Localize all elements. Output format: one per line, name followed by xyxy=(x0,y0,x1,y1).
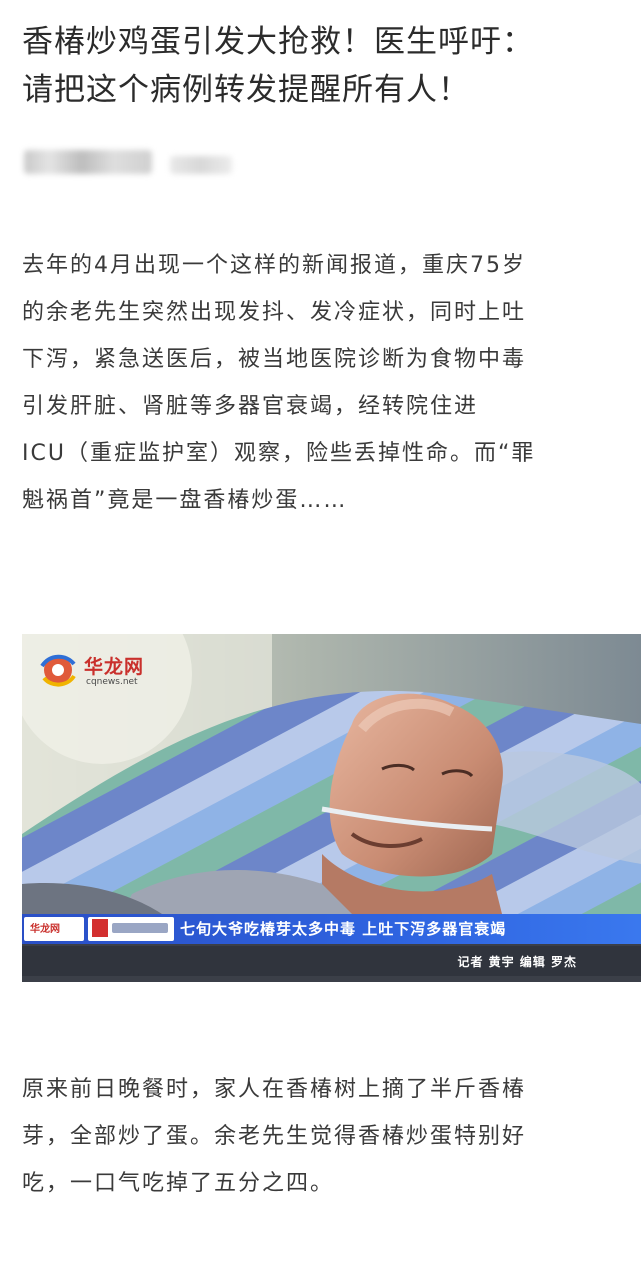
watermark-brand: 华龙网 xyxy=(84,656,145,678)
reporter-editor-credit: 记者 黄宇 编辑 罗杰 xyxy=(457,955,577,969)
watermark: 华龙网 cqnews.net xyxy=(36,648,166,696)
partner-logo xyxy=(88,917,174,941)
publish-date-blurred xyxy=(170,156,232,174)
article-title-line-2: 请把这个病例转发提醒所有人！ xyxy=(22,72,470,108)
article-paragraph-2: 原来前日晚餐时，家人在香椿树上摘了半斤香椿 芽，全部炒了蛋。余老先生觉得香椿炒蛋… xyxy=(22,1066,641,1207)
partner-logo-icon xyxy=(92,919,108,937)
paragraph-line: 的余老先生突然出现发抖、发冷症状，同时上吐 xyxy=(22,300,527,325)
author-name-blurred xyxy=(24,150,152,174)
news-lower-third: 华龙网 七旬大爷吃椿芽太多中毒 上吐下泻多器官衰竭 xyxy=(22,914,641,944)
watermark-domain: cqnews.net xyxy=(86,677,138,687)
paragraph-line: 下泻，紧急送医后，被当地医院诊断为食物中毒 xyxy=(22,347,527,372)
credit-bar: 记者 黄宇 编辑 罗杰 xyxy=(22,946,641,976)
lower-third-logo: 华龙网 xyxy=(24,917,84,941)
lower-third-logo-text: 华龙网 xyxy=(30,924,60,935)
article-title-line-1: 香椿炒鸡蛋引发大抢救！医生呼吁： xyxy=(22,24,534,60)
paragraph-line: 芽，全部炒了蛋。余老先生觉得香椿炒蛋特别好 xyxy=(22,1124,527,1149)
paragraph-line: 原来前日晚餐时，家人在香椿树上摘了半斤香椿 xyxy=(22,1077,527,1102)
paragraph-line: ICU（重症监护室）观察，险些丢掉性命。而“罪 xyxy=(22,441,536,466)
paragraph-line: 引发肝脏、肾脏等多器官衰竭，经转院住进 xyxy=(22,394,479,419)
news-video-still[interactable]: 华龙网 cqnews.net 华龙网 七旬大爷吃椿芽太多中毒 上吐下泻多器官衰竭… xyxy=(22,634,641,982)
paragraph-line: 去年的4月出现一个这样的新闻报道，重庆75岁 xyxy=(22,253,526,278)
hualongwang-logo-icon xyxy=(40,654,76,687)
article-title: 香椿炒鸡蛋引发大抢救！医生呼吁： 请把这个病例转发提醒所有人！ xyxy=(22,18,641,114)
partner-logo-text-block xyxy=(112,923,168,933)
lower-third-headline: 七旬大爷吃椿芽太多中毒 上吐下泻多器官衰竭 xyxy=(180,920,507,938)
paragraph-line: 魁祸首”竟是一盘香椿炒蛋…… xyxy=(22,488,348,513)
paragraph-line: 吃，一口气吃掉了五分之四。 xyxy=(22,1171,335,1196)
author-byline-blurred xyxy=(20,144,240,180)
article-paragraph-1: 去年的4月出现一个这样的新闻报道，重庆75岁 的余老先生突然出现发抖、发冷症状，… xyxy=(22,242,641,524)
